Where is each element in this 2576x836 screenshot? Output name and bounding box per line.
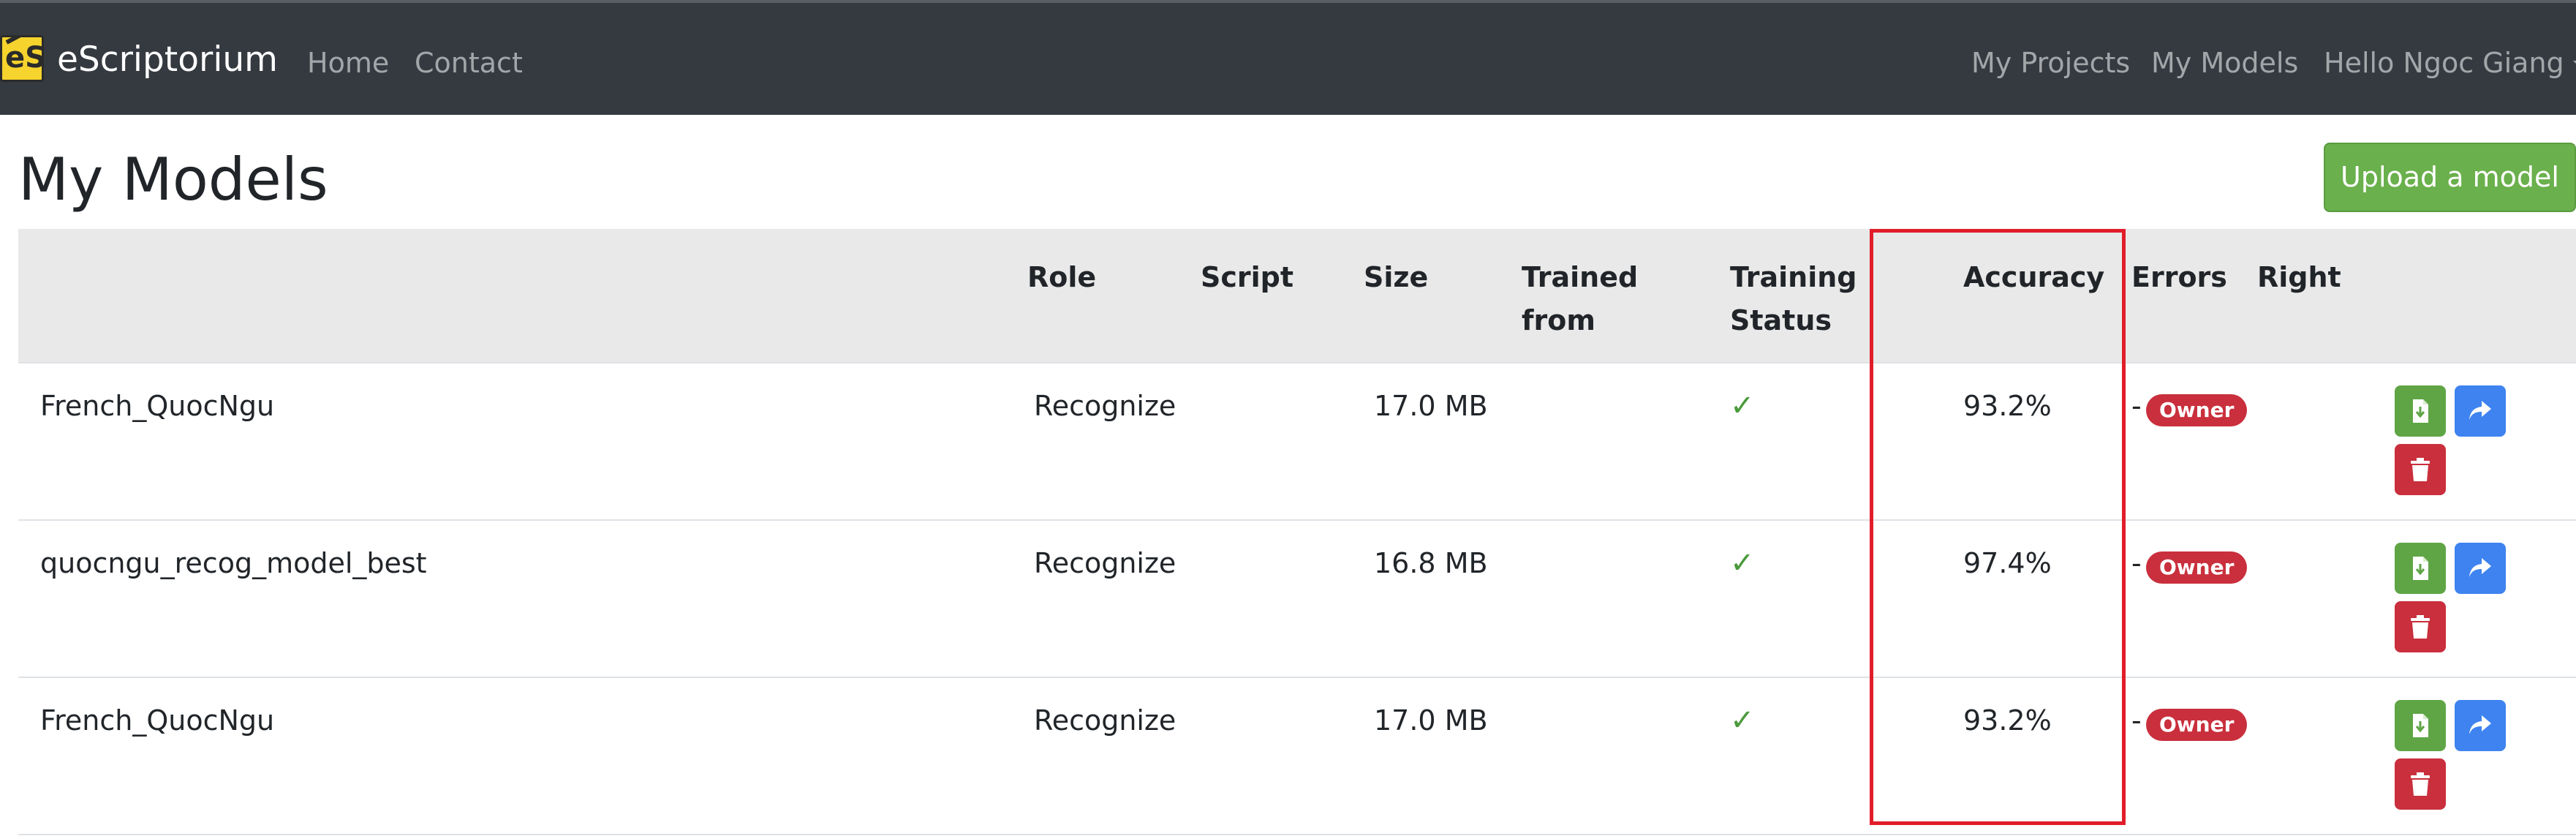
- model-errors: -: [2131, 547, 2142, 579]
- file-download-icon: [2413, 557, 2428, 580]
- table-row: French_QuocNgu Recognize 17.0 MB ✓ 93.2%…: [18, 362, 2576, 519]
- share-icon: [2469, 715, 2491, 734]
- caret-down-icon: [2572, 61, 2576, 69]
- escriptorium-logo[interactable]: eS: [0, 35, 44, 82]
- model-errors: -: [2131, 390, 2142, 422]
- owner-badge: Owner: [2146, 551, 2248, 584]
- training-complete-check-icon: ✓: [1730, 546, 1755, 580]
- owner-badge: Owner: [2146, 709, 2248, 741]
- model-name[interactable]: quocngu_recog_model_best: [40, 543, 427, 584]
- model-role: Recognize: [1034, 547, 1176, 579]
- training-complete-check-icon: ✓: [1730, 389, 1755, 423]
- nav-my-projects-link[interactable]: My Projects: [1971, 44, 2130, 82]
- header-role: Role: [1027, 261, 1097, 293]
- model-errors: -: [2131, 704, 2142, 737]
- share-model-button[interactable]: [2455, 543, 2506, 594]
- trash-icon: [2411, 772, 2430, 796]
- header-errors: Errors: [2131, 261, 2227, 293]
- share-model-button[interactable]: [2455, 700, 2506, 751]
- upload-model-button[interactable]: Upload a model: [2324, 143, 2576, 212]
- trash-icon: [2411, 615, 2430, 639]
- header-accuracy: Accuracy: [1963, 261, 2105, 293]
- model-size: 16.8 MB: [1374, 547, 1488, 579]
- model-accuracy: 93.2%: [1963, 390, 2052, 422]
- share-icon: [2469, 401, 2491, 420]
- trash-icon: [2411, 458, 2430, 481]
- table-header: Role Script Size Trained from Training S…: [18, 229, 2576, 362]
- header-trained-from-line2: from: [1522, 304, 1595, 336]
- model-accuracy: 97.4%: [1963, 547, 2052, 579]
- header-trained-from-line1: Trained: [1522, 261, 1639, 293]
- header-size: Size: [1364, 261, 1429, 293]
- user-menu-dropdown[interactable]: Hello Ngoc Giang: [2324, 44, 2576, 82]
- model-accuracy: 93.2%: [1963, 704, 2052, 737]
- file-download-icon: [2413, 714, 2428, 737]
- model-name[interactable]: French_QuocNgu: [40, 385, 274, 426]
- download-model-button[interactable]: [2395, 385, 2446, 437]
- nav-contact-link[interactable]: Contact: [415, 44, 523, 82]
- header-script: Script: [1201, 261, 1294, 293]
- model-size: 17.0 MB: [1374, 390, 1488, 422]
- owner-badge: Owner: [2146, 394, 2248, 426]
- page-title: My Models: [18, 146, 328, 214]
- model-role: Recognize: [1034, 704, 1176, 737]
- logo-text: eS: [5, 41, 44, 75]
- table-row: quocngu_recog_model_best Recognize 16.8 …: [18, 519, 2576, 677]
- delete-model-button[interactable]: [2395, 758, 2446, 810]
- table-row: French_QuocNgu Recognize 17.0 MB ✓ 93.2%…: [18, 677, 2576, 834]
- delete-model-button[interactable]: [2395, 601, 2446, 652]
- table-bottom-border: [18, 834, 2576, 835]
- file-download-icon: [2413, 399, 2428, 423]
- header-right: Right: [2257, 261, 2341, 293]
- nav-home-link[interactable]: Home: [307, 44, 389, 82]
- model-name[interactable]: French_QuocNgu: [40, 700, 274, 741]
- model-size: 17.0 MB: [1374, 704, 1488, 737]
- share-model-button[interactable]: [2455, 385, 2506, 437]
- model-role: Recognize: [1034, 390, 1176, 422]
- download-model-button[interactable]: [2395, 543, 2446, 594]
- user-greeting: Hello Ngoc Giang: [2324, 47, 2564, 79]
- header-training-status-line1: Training: [1730, 261, 1857, 293]
- top-navbar: eS eScriptorium Home Contact My Projects…: [0, 0, 2576, 115]
- header-training-status-line2: Status: [1730, 304, 1832, 336]
- download-model-button[interactable]: [2395, 700, 2446, 751]
- training-complete-check-icon: ✓: [1730, 704, 1755, 737]
- brand-name[interactable]: eScriptorium: [57, 38, 278, 82]
- nav-my-models-link[interactable]: My Models: [2151, 44, 2298, 82]
- share-icon: [2469, 558, 2491, 577]
- delete-model-button[interactable]: [2395, 444, 2446, 495]
